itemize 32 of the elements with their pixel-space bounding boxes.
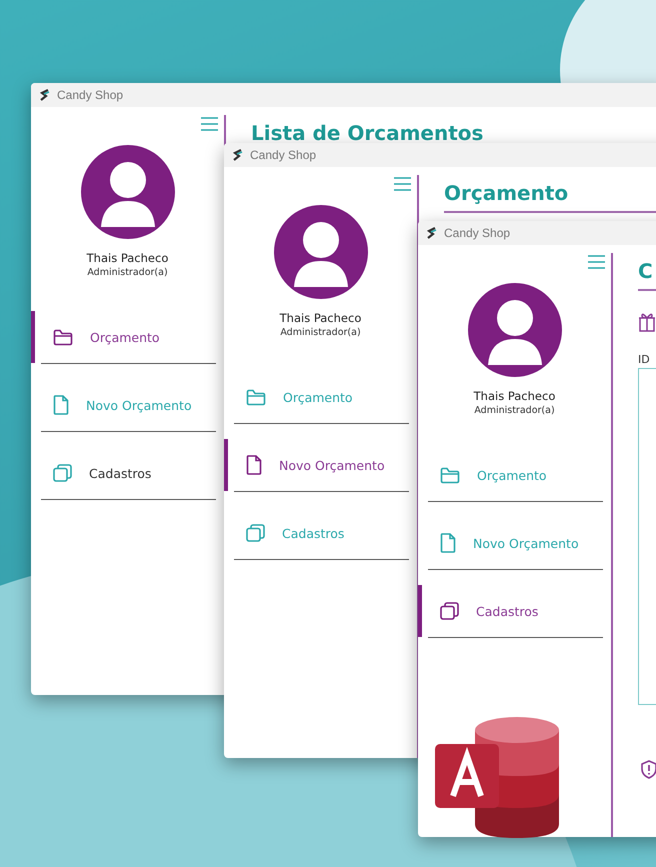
menu-icon[interactable]: [201, 117, 218, 131]
document-icon: [440, 533, 456, 553]
gift-icon[interactable]: [638, 311, 656, 333]
avatar-icon: [468, 283, 562, 377]
logo-icon: [232, 149, 244, 161]
avatar-icon: [80, 145, 174, 239]
folder-icon: [440, 466, 460, 484]
field-label: ID: [638, 353, 651, 366]
menu-icon[interactable]: [394, 177, 411, 191]
window-title: Candy Shop: [57, 88, 124, 102]
user-name: Thais Pacheco: [86, 251, 168, 265]
user-name: Thais Pacheco: [280, 311, 362, 325]
avatar-icon: [274, 205, 368, 299]
user-role: Administrador(a): [474, 405, 555, 416]
folder-icon: [53, 328, 73, 346]
document-icon: [246, 455, 262, 475]
logo-icon: [426, 227, 438, 239]
window-title: Candy Shop: [250, 148, 316, 162]
user-role: Administrador(a): [87, 267, 168, 278]
user-name: Thais Pacheco: [474, 389, 556, 403]
page-heading: Orçamento: [444, 181, 656, 213]
folder-icon: [246, 388, 266, 406]
user-role: Administrador(a): [280, 327, 361, 338]
window-title: Candy Shop: [444, 226, 510, 240]
stacked-squares-icon: [53, 464, 72, 482]
logo-icon: [39, 89, 51, 101]
document-icon: [53, 395, 69, 415]
stacked-squares-icon: [246, 524, 265, 542]
menu-icon[interactable]: [588, 255, 605, 269]
page-heading: C: [638, 259, 656, 291]
shield-icon[interactable]: [641, 760, 656, 779]
stacked-squares-icon: [440, 602, 459, 620]
